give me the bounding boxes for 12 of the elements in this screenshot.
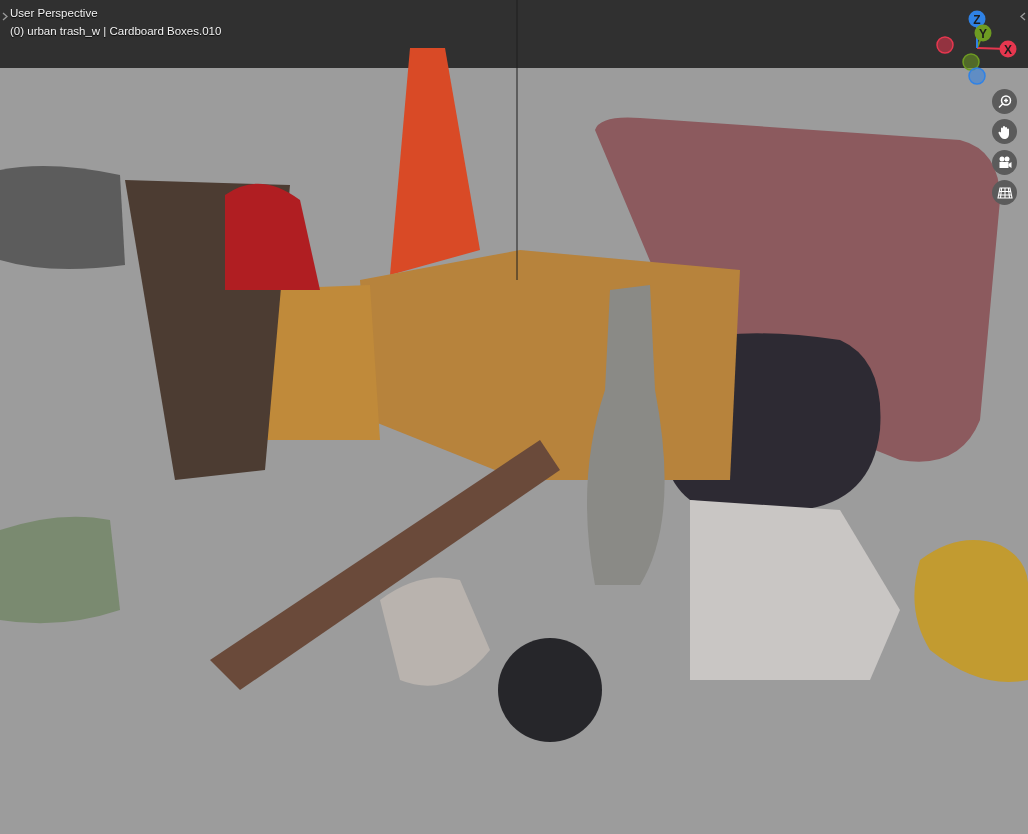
object-info-label: (0) urban trash_w | Cardboard Boxes.010 (10, 25, 222, 39)
expand-icon[interactable] (1020, 12, 1026, 21)
axis-handle[interactable]: X (999, 40, 1017, 58)
grid-icon (996, 184, 1013, 201)
axis-handle[interactable]: Y (974, 24, 992, 42)
view-mode-label: User Perspective (10, 7, 98, 21)
zoom-icon (996, 93, 1013, 110)
axis-handle[interactable] (936, 36, 954, 54)
axis-handle[interactable]: Z (968, 10, 986, 28)
axis-handle[interactable] (968, 67, 986, 85)
axis-handle[interactable] (962, 53, 980, 71)
expand-icon[interactable] (2, 12, 8, 21)
